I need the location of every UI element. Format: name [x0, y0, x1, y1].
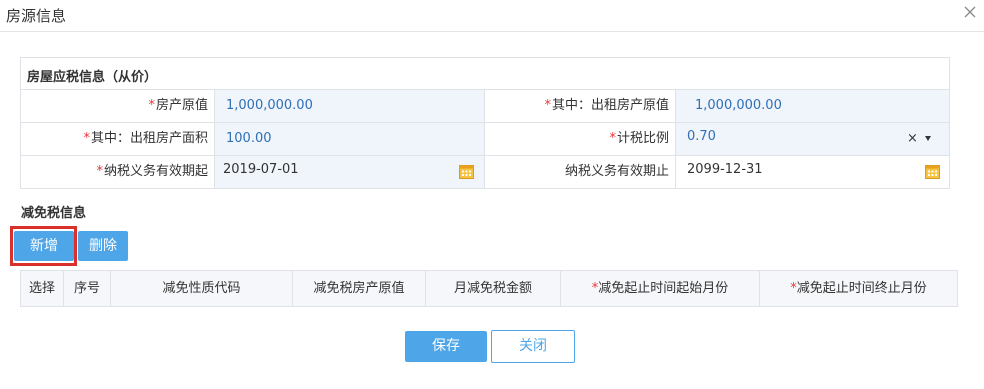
rental-area-label: *其中：出租房产面积	[21, 123, 215, 155]
tax-end-date-text: 2099-12-31	[687, 162, 763, 177]
calendar-icon[interactable]	[925, 164, 940, 179]
close-button[interactable]: 关闭	[491, 330, 575, 363]
column-header-exemption-code: 减免性质代码	[111, 271, 293, 306]
form-row: *纳税义务有效期起 2019-07-01 纳税义务有效期止 2099-12-31	[21, 156, 949, 189]
column-header-end-month: *减免起止时间终止月份	[790, 281, 927, 296]
tax-end-label: 纳税义务有效期止	[485, 156, 676, 188]
tax-start-date-text: 2019-07-01	[223, 162, 299, 177]
column-header-select: 选择	[21, 271, 64, 306]
required-mark: *	[544, 98, 551, 113]
tax-ratio-select[interactable]: 0.70 ×	[676, 123, 949, 155]
tax-ratio-text: 0.70	[687, 129, 716, 144]
section-header: 房屋应税信息（从价）	[21, 58, 949, 90]
column-header-start-month: *减免起止时间起始月份	[561, 271, 760, 306]
column-header-exempt-property-value: 减免税房产原值	[293, 271, 426, 306]
tax-start-label: *纳税义务有效期起	[21, 156, 215, 188]
chevron-down-icon[interactable]	[925, 136, 931, 141]
exemption-table-header: 选择 序号 减免性质代码 减免税房产原值 月减免税金额 *减免起止时间起始月份 …	[20, 270, 958, 307]
tax-end-date-field[interactable]: 2099-12-31	[676, 156, 949, 188]
dialog-titlebar: 房源信息	[0, 0, 984, 32]
rental-original-value-text: 1,000,000.00	[695, 98, 782, 113]
original-value-field[interactable]: 1,000,000.00	[215, 90, 485, 122]
calendar-icon[interactable]	[459, 164, 474, 179]
rental-original-value-label: *其中：出租房产原值	[485, 90, 676, 122]
save-button[interactable]: 保存	[405, 331, 487, 362]
dialog-title: 房源信息	[6, 7, 67, 25]
rental-area-field[interactable]: 100.00	[215, 123, 485, 155]
tax-start-date-field[interactable]: 2019-07-01	[215, 156, 485, 188]
section-title: 房屋应税信息（从价）	[27, 70, 158, 85]
delete-button[interactable]: 删除	[78, 231, 128, 261]
required-mark: *	[96, 164, 103, 179]
form-row: *其中：出租房产面积 100.00 *计税比例 0.70 ×	[21, 123, 949, 156]
rental-original-value-field[interactable]: 1,000,000.00	[676, 90, 949, 122]
original-value-label: *房产原值	[21, 90, 215, 122]
close-icon[interactable]	[962, 4, 978, 20]
taxable-info-section: 房屋应税信息（从价） *房产原值 1,000,000.00 *其中：出租房产原值…	[20, 57, 950, 189]
tax-ratio-label: *计税比例	[485, 123, 676, 155]
clear-icon[interactable]: ×	[907, 131, 918, 146]
form-row: *房产原值 1,000,000.00 *其中：出租房产原值 1,000,000.…	[21, 90, 949, 123]
highlight-box	[10, 226, 77, 266]
column-header-monthly-exempt-amount: 月减免税金额	[426, 271, 561, 306]
required-mark: *	[83, 131, 90, 146]
exemption-section-title: 减免税信息	[21, 206, 87, 221]
rental-area-text: 100.00	[226, 131, 272, 146]
required-mark: *	[609, 131, 616, 146]
column-header-index: 序号	[64, 271, 111, 306]
required-mark: *	[148, 98, 155, 113]
original-value-text: 1,000,000.00	[226, 98, 313, 113]
